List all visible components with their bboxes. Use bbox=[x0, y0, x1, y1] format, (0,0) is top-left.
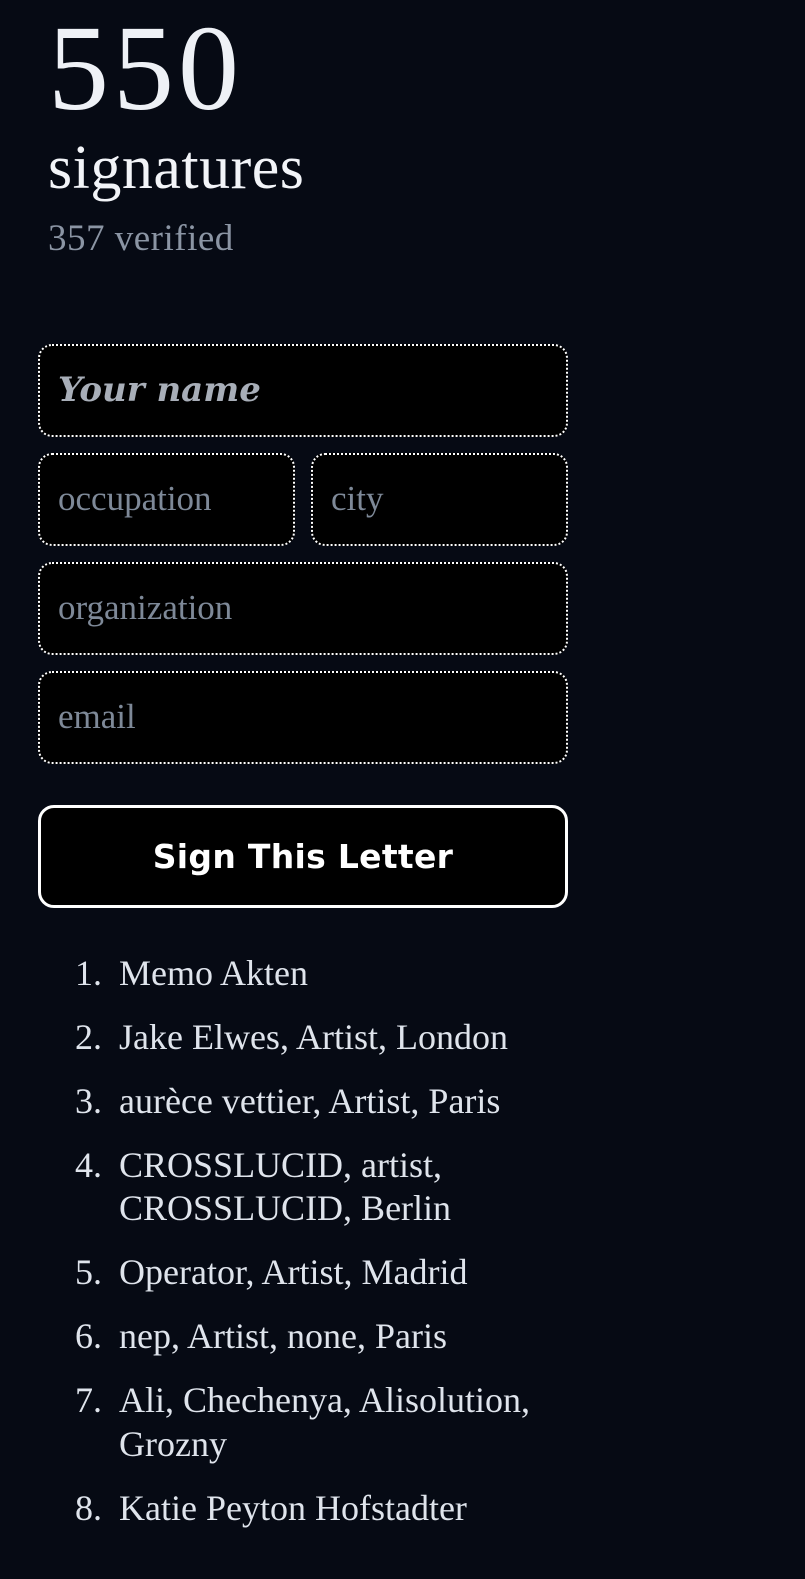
list-item: Katie Peyton Hofstadter bbox=[75, 1487, 467, 1531]
email-input[interactable] bbox=[38, 670, 568, 764]
list-item: Ali, Chechenya, Alisolution, Grozny bbox=[75, 1379, 530, 1465]
list-item: Memo Akten bbox=[75, 952, 308, 996]
list-item: CROSSLUCID, artist, CROSSLUCID, Berlin bbox=[75, 1144, 452, 1229]
signature-count: 550 bbox=[48, 1, 243, 136]
list-item: Operator, Artist, Madrid bbox=[75, 1251, 468, 1295]
city-input[interactable] bbox=[311, 452, 568, 546]
page-header: 550 signatures 357 verified bbox=[0, 0, 805, 260]
signature-page: 550 signatures 357 verified Sign This Le… bbox=[0, 0, 805, 1579]
occupation-city-row bbox=[38, 452, 568, 562]
list-item: nep, Artist, none, Paris bbox=[75, 1315, 447, 1359]
organization-input[interactable] bbox=[38, 561, 568, 655]
list-item: aurèce vettier, Artist, Paris bbox=[75, 1080, 501, 1124]
verified-count: 357 verified bbox=[48, 218, 234, 260]
signature-count-label: signatures bbox=[48, 134, 305, 202]
signature-form: Sign This Letter bbox=[0, 260, 568, 908]
signature-list: Memo Akten Jake Elwes, Artist, London au… bbox=[0, 952, 805, 1531]
occupation-input[interactable] bbox=[38, 452, 295, 546]
name-input[interactable] bbox=[38, 343, 568, 437]
list-item: Jake Elwes, Artist, London bbox=[75, 1016, 508, 1060]
sign-this-letter-button[interactable]: Sign This Letter bbox=[38, 804, 568, 908]
